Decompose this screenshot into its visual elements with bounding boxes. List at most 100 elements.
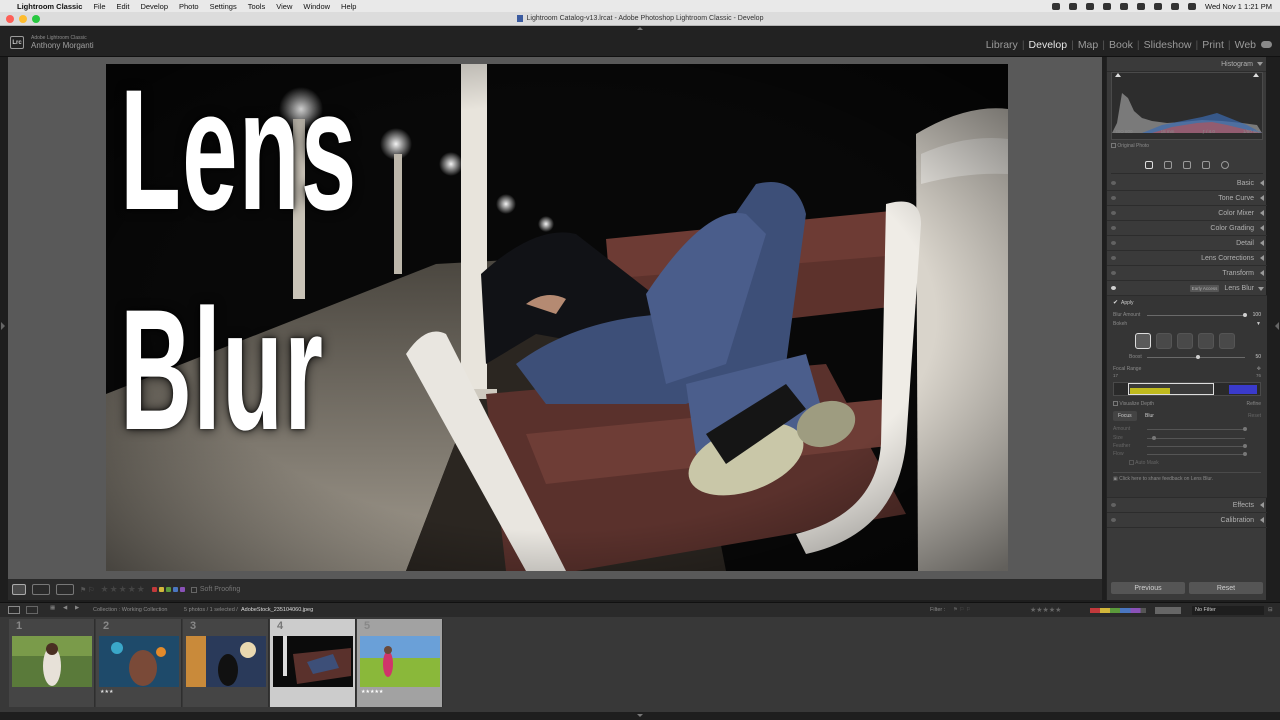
filmstrip-cell[interactable]: 5 ★★★★★	[357, 619, 443, 707]
original-photo-checkbox[interactable]	[1111, 143, 1116, 149]
menu-settings[interactable]: Settings	[210, 2, 237, 11]
visibility-eye-icon[interactable]	[1111, 518, 1116, 522]
slider-thumb[interactable]	[1243, 427, 1247, 431]
filter-colors[interactable]	[1090, 608, 1146, 613]
flag-icon[interactable]: ⚑ ⚐	[80, 586, 95, 594]
visibility-eye-icon[interactable]	[1111, 241, 1116, 245]
zoom-window-button[interactable]	[32, 15, 40, 23]
visibility-eye-icon[interactable]	[1111, 226, 1116, 230]
panel-tone-curve[interactable]: Tone Curve	[1107, 191, 1267, 206]
focal-range-depth-graph[interactable]	[1113, 382, 1261, 396]
left-panel-toggle-icon[interactable]	[1, 322, 5, 330]
bokeh-ring-icon[interactable]	[1198, 333, 1214, 349]
panel-detail[interactable]: Detail	[1107, 236, 1267, 251]
red-eye-icon[interactable]	[1202, 161, 1210, 169]
loupe-view-button[interactable]	[12, 584, 26, 595]
slider-thumb[interactable]	[1243, 444, 1247, 448]
collapse-triangle-icon[interactable]	[1257, 62, 1263, 66]
control-center-icon[interactable]	[1188, 2, 1197, 10]
filmstrip-cell[interactable]: 1	[9, 619, 95, 707]
close-window-button[interactable]	[6, 15, 14, 23]
rating-stars[interactable]: ★★★★★	[101, 584, 146, 595]
module-web[interactable]: Web	[1235, 39, 1256, 51]
back-arrow-icon[interactable]: ◀	[63, 605, 67, 611]
module-develop[interactable]: Develop	[1029, 39, 1068, 51]
filter-lock-icon[interactable]: ⊟	[1268, 607, 1273, 613]
primary-window-button[interactable]	[8, 606, 20, 614]
refine-label[interactable]: Refine	[1247, 401, 1261, 407]
amount-slider[interactable]	[1147, 427, 1247, 431]
menu-edit[interactable]: Edit	[117, 2, 130, 11]
filter-custom-icon[interactable]	[1155, 607, 1181, 614]
panel-color-grading[interactable]: Color Grading	[1107, 221, 1267, 236]
expand-triangle-icon[interactable]	[1260, 240, 1264, 246]
selected-filename[interactable]: AdobeStock_235104060.jpeg	[241, 607, 313, 613]
cloud-icon[interactable]	[1086, 2, 1095, 10]
grid-view-icon[interactable]: ▦	[50, 605, 55, 611]
visibility-eye-icon[interactable]	[1111, 256, 1116, 260]
slider-thumb[interactable]	[1243, 452, 1247, 456]
expand-triangle-icon[interactable]	[1260, 180, 1264, 186]
boost-value[interactable]: 50	[1255, 354, 1261, 360]
expand-triangle-icon[interactable]	[1260, 210, 1264, 216]
filmstrip-cell[interactable]: 2 ★★★	[96, 619, 182, 707]
minimize-window-button[interactable]	[19, 15, 27, 23]
healing-icon[interactable]	[1183, 161, 1191, 169]
feedback-link[interactable]: ▣ Click here to share feedback on Lens B…	[1113, 472, 1261, 482]
refine-reset[interactable]: Reset	[1248, 413, 1261, 419]
filmstrip-cell-selected[interactable]: 4	[270, 619, 356, 707]
expand-triangle-icon[interactable]	[1260, 270, 1264, 276]
menu-tools[interactable]: Tools	[248, 2, 266, 11]
before-after-mode-button[interactable]	[56, 584, 74, 595]
visibility-eye-icon[interactable]	[1111, 503, 1116, 507]
filmstrip-cell[interactable]: 3	[183, 619, 269, 707]
reset-button[interactable]: Reset	[1189, 582, 1263, 594]
slider-thumb[interactable]	[1151, 436, 1156, 440]
search-icon[interactable]	[1171, 2, 1180, 10]
wifi-icon[interactable]	[1154, 2, 1163, 10]
before-after-button[interactable]	[32, 584, 50, 595]
status-icon[interactable]	[1052, 2, 1061, 10]
visibility-eye-icon[interactable]	[1111, 286, 1116, 290]
bottom-panel-toggle-icon[interactable]	[637, 714, 643, 717]
apply-checkbox[interactable]: ✔	[1113, 299, 1118, 306]
status-icon[interactable]	[1069, 2, 1078, 10]
photo-preview[interactable]: Lens Blur	[106, 64, 1008, 571]
collection-source[interactable]: Collection : Working Collection	[93, 607, 168, 613]
filter-dropdown[interactable]: No Filter	[1192, 606, 1264, 615]
menu-file[interactable]: File	[93, 2, 105, 11]
cloud-sync-icon[interactable]	[1261, 41, 1272, 48]
visibility-eye-icon[interactable]	[1111, 196, 1116, 200]
label-purple[interactable]	[179, 587, 185, 592]
status-icon[interactable]	[1103, 2, 1112, 10]
masking-icon[interactable]	[1221, 161, 1229, 169]
label-blue[interactable]	[172, 587, 178, 592]
bokeh-blade-icon[interactable]	[1177, 333, 1193, 349]
previous-button[interactable]: Previous	[1111, 582, 1185, 594]
menu-window[interactable]: Window	[303, 2, 330, 11]
panel-lens-corrections[interactable]: Lens Corrections	[1107, 251, 1267, 266]
focal-range-picker-icon[interactable]: ✥	[1257, 366, 1261, 372]
expand-triangle-icon[interactable]	[1260, 255, 1264, 261]
blur-amount-value[interactable]: 100	[1253, 312, 1261, 318]
forward-arrow-icon[interactable]: ▶	[75, 605, 79, 611]
expand-triangle-icon[interactable]	[1260, 195, 1264, 201]
crop-icon[interactable]	[1164, 161, 1172, 169]
module-slideshow[interactable]: Slideshow	[1144, 39, 1192, 51]
module-print[interactable]: Print	[1202, 39, 1224, 51]
collapse-triangle-icon[interactable]	[1258, 287, 1264, 291]
edit-sliders-icon[interactable]	[1145, 161, 1153, 169]
panel-basic[interactable]: Basic	[1107, 176, 1267, 191]
slider-thumb[interactable]	[1196, 355, 1200, 359]
bokeh-bubble-icon[interactable]	[1156, 333, 1172, 349]
auto-mask-checkbox[interactable]	[1129, 460, 1134, 466]
panel-transform[interactable]: Transform	[1107, 266, 1267, 281]
visibility-eye-icon[interactable]	[1111, 211, 1116, 215]
module-library[interactable]: Library	[986, 39, 1018, 51]
filter-stars[interactable]: ★★★★★	[1030, 606, 1061, 614]
expand-triangle-icon[interactable]	[1260, 517, 1264, 523]
soft-proofing-checkbox[interactable]	[190, 586, 197, 593]
clock[interactable]: Wed Nov 1 1:21 PM	[1205, 2, 1272, 11]
blur-brush-button[interactable]: Blur	[1140, 411, 1159, 421]
bluetooth-icon[interactable]	[1120, 2, 1129, 10]
